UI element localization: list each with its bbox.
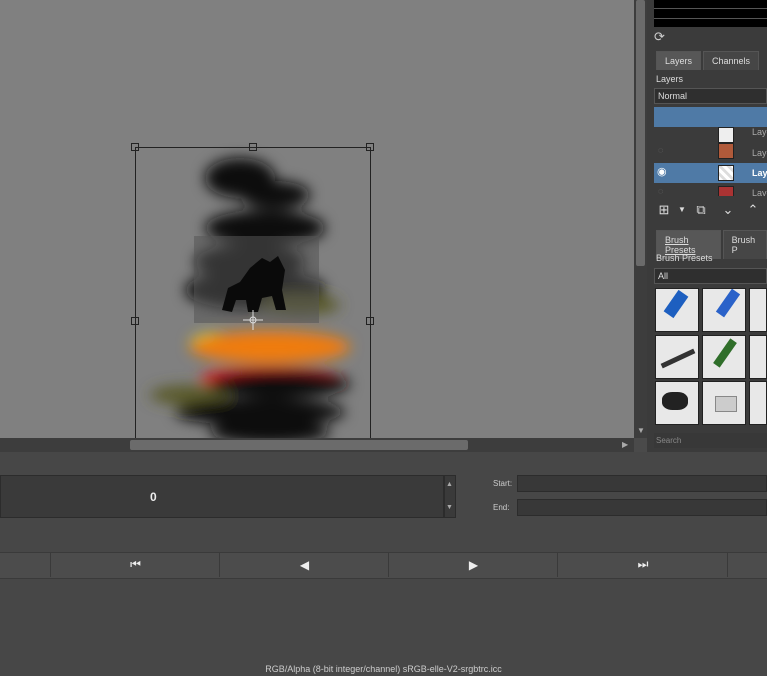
transform-handle-tc[interactable]: [249, 143, 257, 151]
frame-spinner[interactable]: ▲ ▼: [444, 475, 456, 518]
prev-frame-icon: ◀: [299, 557, 310, 572]
vertical-scroll-thumb[interactable]: [636, 0, 645, 266]
eye-icon[interactable]: ◉: [657, 165, 667, 178]
end-frame-field[interactable]: [517, 499, 767, 516]
scroll-down-icon[interactable]: ▼: [637, 426, 645, 435]
brush-preset-ink[interactable]: [655, 381, 699, 425]
brush-preset-pen[interactable]: [655, 335, 699, 379]
brush-preset-pencil[interactable]: [702, 335, 746, 379]
brush-presets-title: Brush Presets: [656, 253, 713, 263]
start-frame-field[interactable]: [517, 475, 767, 492]
first-frame-button[interactable]: ⏮: [50, 552, 220, 577]
start-label: Start:: [493, 479, 513, 488]
spin-down-icon[interactable]: ▼: [446, 504, 453, 511]
brush-preset-eraser[interactable]: [655, 288, 699, 332]
layer-row[interactable]: ◌ Laye: [654, 142, 767, 162]
layer-thumbnail: [718, 127, 734, 143]
canvas-vertical-scrollbar[interactable]: ▼: [634, 0, 647, 438]
layer-row-selected[interactable]: ◉ Laye: [654, 163, 767, 183]
layer-thumbnail: [718, 186, 734, 196]
color-history-bar[interactable]: [654, 0, 767, 27]
duplicate-icon[interactable]: ⧉: [693, 202, 709, 218]
frame-number-value: 0: [150, 490, 157, 504]
move-down-icon[interactable]: ⌄: [720, 202, 736, 218]
play-icon: ▶: [468, 557, 479, 572]
add-layer-icon[interactable]: ⊞: [656, 202, 672, 218]
brush-preset-roller[interactable]: [702, 381, 746, 425]
status-bar-color-profile: RGB/Alpha (8-bit integer/channel) sRGB-e…: [265, 664, 502, 674]
brush-preset-marker[interactable]: [702, 288, 746, 332]
blend-mode-select[interactable]: Normal: [654, 88, 767, 104]
layer-name: Laye: [752, 127, 767, 137]
brush-preset[interactable]: [749, 288, 767, 332]
first-frame-icon: ⏮: [130, 557, 141, 571]
layer-thumbnail: [718, 165, 734, 181]
brush-filter-select[interactable]: All: [654, 268, 767, 284]
end-label: End:: [493, 503, 510, 512]
transform-handle-tl[interactable]: [131, 143, 139, 151]
refresh-icon[interactable]: ⟳: [654, 29, 665, 45]
next-frame-button[interactable]: ⏭: [557, 552, 728, 577]
canvas-horizontal-scrollbar[interactable]: ▶: [0, 438, 634, 452]
opacity-slider[interactable]: [654, 107, 767, 127]
layer-name: Laye: [752, 168, 767, 178]
visibility-off-icon[interactable]: ◌: [658, 186, 663, 196]
layer-name: Laye: [752, 148, 767, 158]
next-frame-icon: ⏭: [637, 557, 649, 571]
horizontal-scroll-thumb[interactable]: [130, 440, 468, 450]
scroll-right-icon[interactable]: ▶: [622, 440, 628, 449]
transform-box[interactable]: [131, 143, 374, 438]
last-frame-button[interactable]: [727, 552, 767, 577]
transform-handle-mr[interactable]: [366, 317, 374, 325]
tab-brush-editor[interactable]: Brush P: [722, 230, 767, 259]
tab-layers[interactable]: Layers: [656, 51, 702, 70]
spin-up-icon[interactable]: ▲: [446, 481, 453, 488]
play-button[interactable]: ▶: [388, 552, 558, 577]
layer-thumbnail: [718, 143, 734, 159]
layer-name: Laye: [752, 188, 767, 196]
brush-search-input[interactable]: Search: [654, 433, 767, 448]
brush-preset[interactable]: [749, 381, 767, 425]
chevron-down-icon[interactable]: ▼: [674, 202, 690, 218]
layer-row[interactable]: ◌ Laye: [654, 184, 767, 196]
visibility-off-icon[interactable]: ◌: [658, 145, 663, 155]
canvas-area[interactable]: [0, 0, 634, 438]
transform-handle-ml[interactable]: [131, 317, 139, 325]
frame-number-field[interactable]: [0, 475, 444, 518]
brush-preset[interactable]: [749, 335, 767, 379]
layers-panel-title: Layers: [656, 74, 684, 84]
transform-handle-tr[interactable]: [366, 143, 374, 151]
move-up-icon[interactable]: ⌃: [745, 202, 761, 218]
previous-frame-button[interactable]: ◀: [219, 552, 389, 577]
tab-channels[interactable]: Channels: [703, 51, 760, 70]
